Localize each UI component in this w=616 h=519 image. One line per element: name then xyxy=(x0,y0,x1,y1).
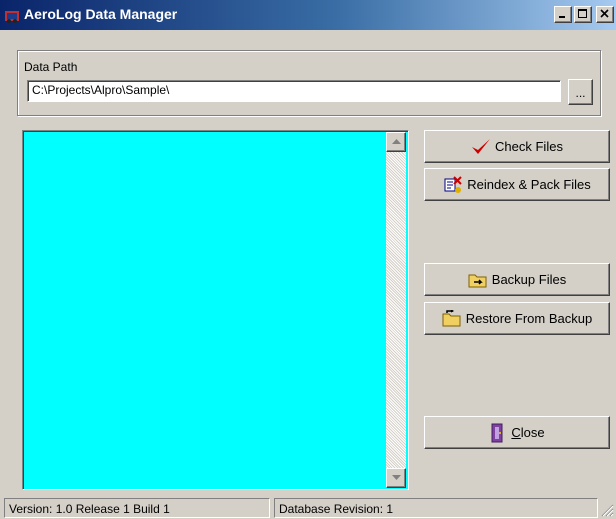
close-icon xyxy=(600,9,609,18)
scroll-up-button[interactable] xyxy=(386,132,406,152)
check-files-label: Check Files xyxy=(495,139,563,154)
check-files-button[interactable]: Check Files xyxy=(424,130,610,163)
backup-files-label: Backup Files xyxy=(491,272,567,287)
db-revision-status: Database Revision: 1 xyxy=(274,498,598,518)
close-mnemonic: C xyxy=(511,425,521,440)
arrow-down-icon xyxy=(392,475,401,480)
resize-grip-icon[interactable] xyxy=(600,503,614,517)
app-window: AeroLog Data Manager Data Path C:\Projec… xyxy=(0,0,616,519)
close-button[interactable]: Close xyxy=(424,416,610,449)
file-list-scrollbar[interactable] xyxy=(386,132,406,488)
close-label-rest: lose xyxy=(520,425,545,440)
checkmark-icon xyxy=(472,138,491,154)
backup-folder-icon xyxy=(468,274,487,287)
version-status: Version: 1.0 Release 1 Build 1 xyxy=(4,498,270,518)
restore-backup-button[interactable]: Restore From Backup xyxy=(424,302,610,335)
window-title: AeroLog Data Manager xyxy=(24,6,178,22)
browse-button[interactable]: ... xyxy=(568,79,593,105)
restore-backup-label: Restore From Backup xyxy=(465,311,593,326)
close-window-button[interactable] xyxy=(596,6,614,23)
minimize-button[interactable] xyxy=(554,6,572,23)
arrow-up-icon xyxy=(392,139,401,144)
data-path-input[interactable]: C:\Projects\Alpro\Sample\ xyxy=(27,80,561,102)
maximize-icon xyxy=(578,9,587,18)
reindex-pack-button[interactable]: Reindex & Pack Files xyxy=(424,168,610,201)
maximize-button[interactable] xyxy=(574,6,592,23)
file-list[interactable] xyxy=(22,130,409,490)
close-label: Close xyxy=(511,425,544,440)
exit-door-icon xyxy=(491,423,503,442)
scroll-down-button[interactable] xyxy=(386,468,406,488)
data-path-label: Data Path xyxy=(24,60,78,74)
reindex-pack-label: Reindex & Pack Files xyxy=(467,177,591,192)
title-bar[interactable]: AeroLog Data Manager xyxy=(0,0,616,30)
app-logo-icon xyxy=(4,8,20,24)
restore-folder-icon xyxy=(442,309,461,326)
reindex-icon xyxy=(444,175,462,193)
minimize-icon xyxy=(559,16,565,18)
backup-files-button[interactable]: Backup Files xyxy=(424,263,610,296)
status-bar: Version: 1.0 Release 1 Build 1 Database … xyxy=(0,496,616,519)
